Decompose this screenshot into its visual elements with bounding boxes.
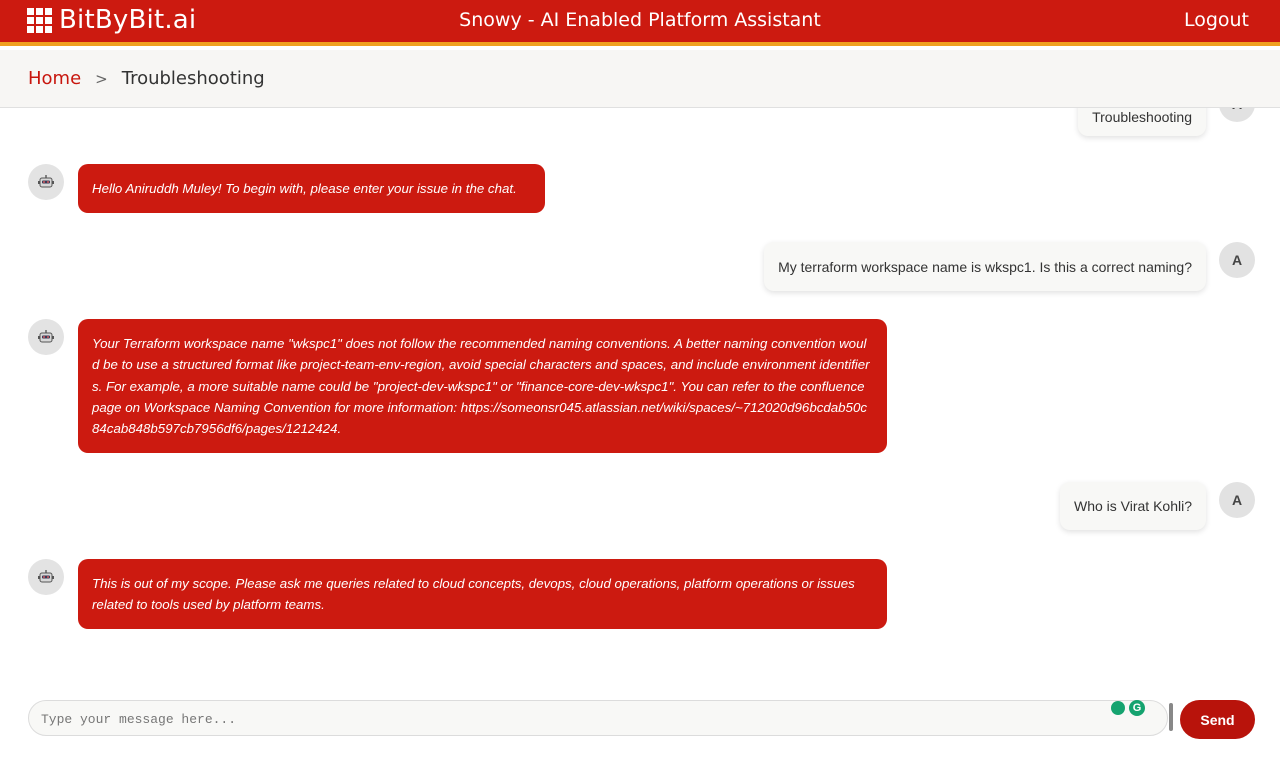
breadcrumb: Home > Troubleshooting: [0, 50, 1280, 108]
grammarly-widget[interactable]: G: [1111, 700, 1145, 716]
user-message: Who is Virat Kohli?: [1059, 482, 1206, 530]
message-input[interactable]: [41, 707, 1111, 731]
scroll-handle[interactable]: [1169, 703, 1173, 731]
bot-avatar: [28, 319, 64, 355]
lightbulb-icon[interactable]: [1111, 701, 1125, 715]
user-message: My terraform workspace name is wkspc1. I…: [764, 242, 1206, 291]
user-avatar: A: [1219, 108, 1255, 122]
user-avatar: A: [1219, 242, 1255, 278]
bot-message-text: This is out of my scope. Please ask me q…: [92, 576, 855, 613]
app-title: Snowy - AI Enabled Platform Assistant: [459, 9, 821, 31]
user-message-text: Who is Virat Kohli?: [1073, 498, 1192, 514]
logout-link[interactable]: Logout: [1184, 9, 1249, 31]
message-input-container: G: [28, 700, 1173, 736]
breadcrumb-home-link[interactable]: Home: [28, 68, 81, 89]
bot-message: This is out of my scope. Please ask me q…: [78, 559, 887, 629]
bot-avatar: [28, 164, 64, 200]
bot-message: Your Terraform workspace name "wkspc1" d…: [78, 319, 887, 453]
bot-message-text: Your Terraform workspace name "wkspc1" d…: [92, 336, 870, 437]
breadcrumb-separator: >: [95, 69, 108, 88]
user-message-text: Troubleshooting: [1092, 109, 1192, 125]
user-message: Troubleshooting: [1078, 108, 1206, 136]
robot-icon: [38, 175, 54, 188]
bot-message: Hello Aniruddh Muley! To begin with, ple…: [78, 164, 545, 213]
robot-icon: [38, 570, 54, 583]
user-message-text: My terraform workspace name is wkspc1. I…: [778, 258, 1192, 275]
grammarly-icon[interactable]: G: [1129, 700, 1145, 716]
bot-avatar: [28, 559, 64, 595]
top-bar: BitByBit.ai Snowy - AI Enabled Platform …: [0, 0, 1280, 46]
robot-icon: [38, 330, 54, 343]
chat-history[interactable]: Troubleshooting A Hello Aniruddh Muley! …: [0, 108, 1280, 688]
bot-message-text: Hello Aniruddh Muley! To begin with, ple…: [92, 181, 517, 196]
breadcrumb-current: Troubleshooting: [121, 68, 265, 89]
user-avatar: A: [1219, 482, 1255, 518]
send-button[interactable]: Send: [1180, 700, 1255, 739]
